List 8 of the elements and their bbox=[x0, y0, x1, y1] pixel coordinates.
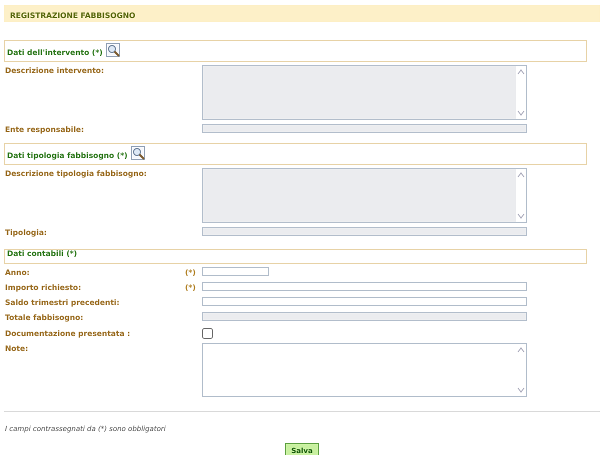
input-field[interactable] bbox=[202, 266, 269, 276]
scroll-up-icon[interactable] bbox=[517, 346, 525, 354]
scroll-down-icon[interactable] bbox=[517, 386, 525, 394]
magnifier-icon[interactable] bbox=[106, 43, 121, 58]
checkbox[interactable] bbox=[202, 328, 213, 338]
input-field[interactable] bbox=[202, 282, 527, 291]
magnifier-icon[interactable] bbox=[130, 146, 146, 162]
input-field[interactable] bbox=[202, 297, 527, 306]
